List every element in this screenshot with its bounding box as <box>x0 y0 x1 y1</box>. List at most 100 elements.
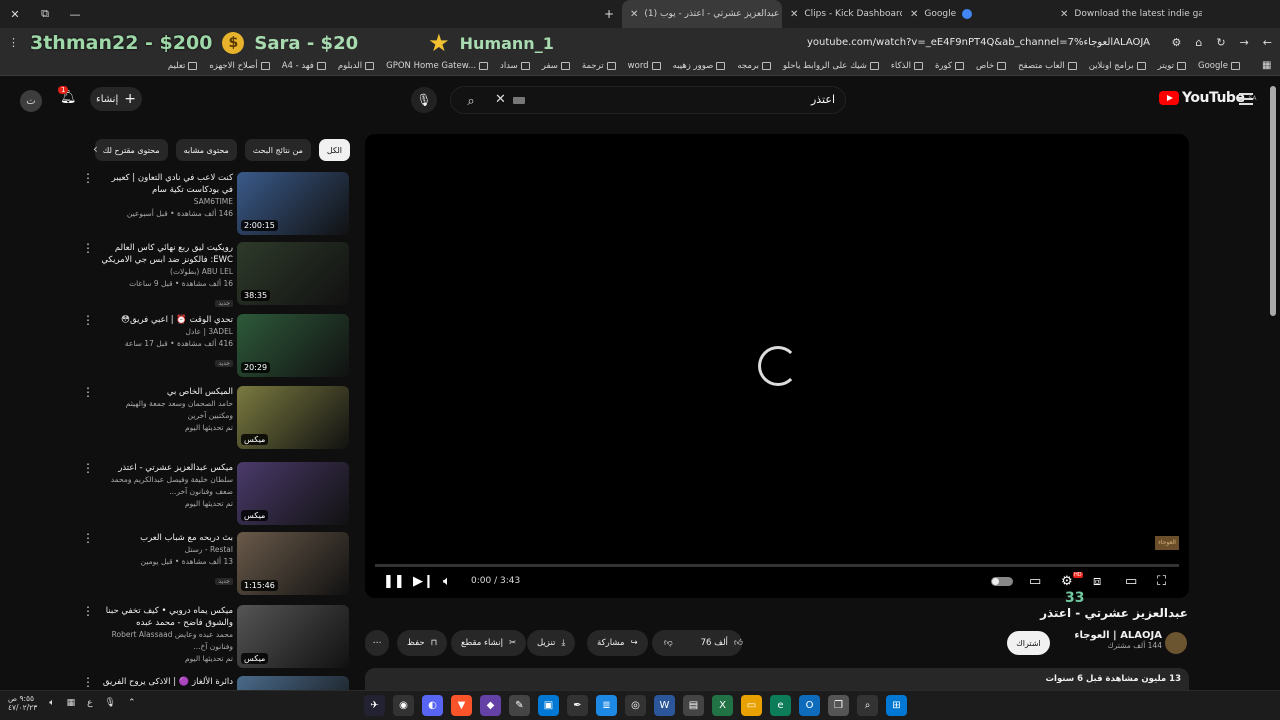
bookmark-item[interactable]: الذكاء <box>891 61 923 71</box>
tab-close-icon[interactable]: ✕ <box>630 9 638 20</box>
menu-dots-icon[interactable]: ⋮ <box>8 36 19 49</box>
filter-chip[interactable]: محتوى مقترح لك <box>94 139 168 161</box>
share-button[interactable]: مشاركة ↪ <box>587 630 648 656</box>
browser-tab-2[interactable]: ✕ Clips - Kick Dashboard <box>782 0 902 28</box>
discord-icon[interactable]: ◐ <box>422 695 443 716</box>
bookmark-item[interactable]: كورة <box>935 61 964 71</box>
minimize-window-icon[interactable]: — <box>60 8 90 21</box>
video-thumbnail[interactable]: ميكس <box>237 605 349 668</box>
mic-tray-icon[interactable]: 🎙︎ <box>105 698 116 708</box>
browser-tab-4[interactable]: ✕ Download the latest indie gam <box>1052 0 1202 28</box>
browser-tab-1[interactable]: ✕ (1) عبدالعزيز عشرتي - اعتذر - يوب <box>622 0 782 28</box>
app-icon-8[interactable]: ✒ <box>567 695 588 716</box>
browser-tab-3[interactable]: ✕ Google <box>902 0 1052 28</box>
bookmark-item[interactable]: الدبلوم <box>338 61 375 71</box>
progress-bar[interactable] <box>375 564 1179 567</box>
miniplayer-icon[interactable]: ⧈ <box>1093 574 1101 589</box>
video-thumbnail[interactable]: ميكس <box>237 462 349 525</box>
guide-menu-icon[interactable] <box>1239 93 1253 105</box>
related-title[interactable]: رويكيت ليق ربع نهائي كاس العالم EWC: فال… <box>100 242 233 266</box>
notifications-bell-icon[interactable]: 🔔︎ 1 <box>58 86 80 110</box>
search-icon[interactable]: ⌕ <box>451 87 491 115</box>
video-thumbnail[interactable]: 2:00:15 <box>237 172 349 235</box>
bookmark-item[interactable]: شيك على الروابط ياحلو <box>783 61 879 71</box>
related-channel[interactable]: ABU LEL (بطولات) <box>100 266 233 278</box>
filter-chip[interactable]: الكل <box>318 139 350 161</box>
subtitles-icon[interactable]: ▭ <box>1029 574 1041 589</box>
related-channel[interactable]: SAM6TIME <box>100 196 233 208</box>
bookmark-item[interactable]: خاص <box>976 61 1007 71</box>
language-indicator[interactable]: ع <box>87 698 92 708</box>
volume-icon[interactable]: 🔈︎ <box>443 574 451 589</box>
bookmark-item[interactable]: برمجه <box>737 61 772 71</box>
bookmark-item[interactable]: العاب متصفح <box>1018 61 1077 71</box>
channel-watermark[interactable]: العوجاء <box>1155 536 1179 550</box>
back-icon[interactable]: ← <box>1263 36 1272 49</box>
related-title[interactable]: ميكس يماه دروبي • كيف تخفي حبنا والشوق ف… <box>100 605 233 629</box>
more-options-icon[interactable]: ⋮ <box>82 462 94 474</box>
related-title[interactable]: دائرة الألغاز 🟣 | الاذكى يروح الفريق <box>100 676 233 688</box>
chips-prev-icon[interactable]: ‹ <box>93 142 98 156</box>
search-box[interactable]: ⌕ ✕ اعتذر <box>450 86 846 114</box>
excel-icon[interactable]: X <box>712 695 733 716</box>
video-thumbnail[interactable]: 20:29 <box>237 314 349 377</box>
bookmark-item[interactable]: سفر <box>542 61 570 71</box>
notes-icon[interactable]: ≣ <box>596 695 617 716</box>
network-icon[interactable]: ▦ <box>67 698 76 708</box>
home-icon[interactable]: ⌂ <box>1195 36 1202 49</box>
app-icon-6[interactable]: ✎ <box>509 695 530 716</box>
video-player[interactable]: العوجاء ❚❚ ▶❙ 🔈︎ 0:00 / 3:43 ▭ ⚙ HD ⧈ ▭ ⛶ <box>365 134 1189 598</box>
app-icon-10[interactable]: ◎ <box>625 695 646 716</box>
more-options-icon[interactable]: ⋮ <box>82 532 94 544</box>
voice-search-icon[interactable]: 🎙︎ <box>411 87 437 113</box>
bookmark-item[interactable]: Google <box>1198 61 1240 71</box>
url-field[interactable]: youtube.com/watch?v=_eE4F9nPT4Q&ab_chann… <box>807 37 1150 48</box>
video-thumbnail[interactable]: ميكس <box>237 386 349 449</box>
task-view-icon[interactable]: ❐ <box>828 695 849 716</box>
bookmark-item[interactable]: تويتر <box>1158 61 1187 71</box>
next-icon[interactable]: ▶❙ <box>413 574 434 589</box>
filter-chip[interactable]: من نتائج البحث <box>244 139 311 161</box>
account-avatar[interactable]: ت <box>20 90 42 112</box>
pause-icon[interactable]: ❚❚ <box>383 574 405 589</box>
related-channel[interactable]: محمد عبده وعايض Robert Alassaad وفنانون … <box>100 629 233 653</box>
outlook-icon[interactable]: O <box>799 695 820 716</box>
tab-close-icon[interactable]: ✕ <box>1060 9 1068 20</box>
more-actions-icon[interactable]: ⋯ <box>365 630 389 656</box>
create-button[interactable]: إنشاء + <box>90 87 142 111</box>
theater-mode-icon[interactable]: ▭ <box>1125 574 1137 589</box>
tab-close-icon[interactable]: ✕ <box>910 9 918 20</box>
bookmark-item[interactable]: أصلاح الاجهزه <box>209 61 270 71</box>
related-title[interactable]: بث دربحه مع شباب العرب <box>100 532 233 544</box>
bookmark-item[interactable]: A4 - فهد <box>282 61 326 71</box>
related-title[interactable]: كنت لاعب في نادي التعاون | كعيبر في بودك… <box>100 172 233 196</box>
related-title[interactable]: الميكس الخاص بي <box>100 386 233 398</box>
clip-button[interactable]: إنشاء مقطع ✂ <box>451 630 527 656</box>
bookmark-item[interactable]: word <box>628 61 661 71</box>
more-options-icon[interactable]: ⋮ <box>82 676 94 688</box>
restore-window-icon[interactable]: ⧉ <box>30 7 60 21</box>
forward-icon[interactable]: → <box>1240 36 1249 49</box>
file-explorer-icon[interactable]: ▭ <box>741 695 762 716</box>
windows-start-icon[interactable]: ⊞ <box>886 695 907 716</box>
app-icon-5[interactable]: ◆ <box>480 695 501 716</box>
more-options-icon[interactable]: ⋮ <box>82 386 94 398</box>
save-button[interactable]: حفظ ⊓ <box>397 630 448 656</box>
reload-icon[interactable]: ↻ <box>1216 36 1225 49</box>
subscribe-button[interactable]: اشتراك <box>1007 631 1050 655</box>
download-button[interactable]: تنزيل ⤓ <box>527 630 576 656</box>
video-thumbnail[interactable]: 38:35 <box>237 242 349 305</box>
more-options-icon[interactable]: ⋮ <box>82 605 94 617</box>
fullscreen-icon[interactable]: ⛶ <box>1157 574 1166 589</box>
bookmark-item[interactable]: GPON Home Gatew... <box>386 61 489 71</box>
apps-grid-icon[interactable]: ▦ <box>1262 60 1271 71</box>
related-channel[interactable]: سلطان خليفة وفيصل عبدالكريم ومحمد ضعف وف… <box>100 474 233 498</box>
tray-clock[interactable]: ٩:٥٥ ص ٤٧/٠٢/٢٣ <box>8 694 37 712</box>
tab-close-icon[interactable]: ✕ <box>790 9 798 20</box>
related-channel[interactable]: 3ADEL | عادل <box>100 326 233 338</box>
video-thumbnail[interactable]: 1:15:46 <box>237 532 349 595</box>
more-options-icon[interactable]: ⋮ <box>82 172 94 184</box>
related-title[interactable]: تحدي الوقت ⏰ | اعبي فريق😳 <box>100 314 233 326</box>
edge-icon[interactable]: e <box>770 695 791 716</box>
bookmark-item[interactable]: ترجمة <box>582 61 616 71</box>
